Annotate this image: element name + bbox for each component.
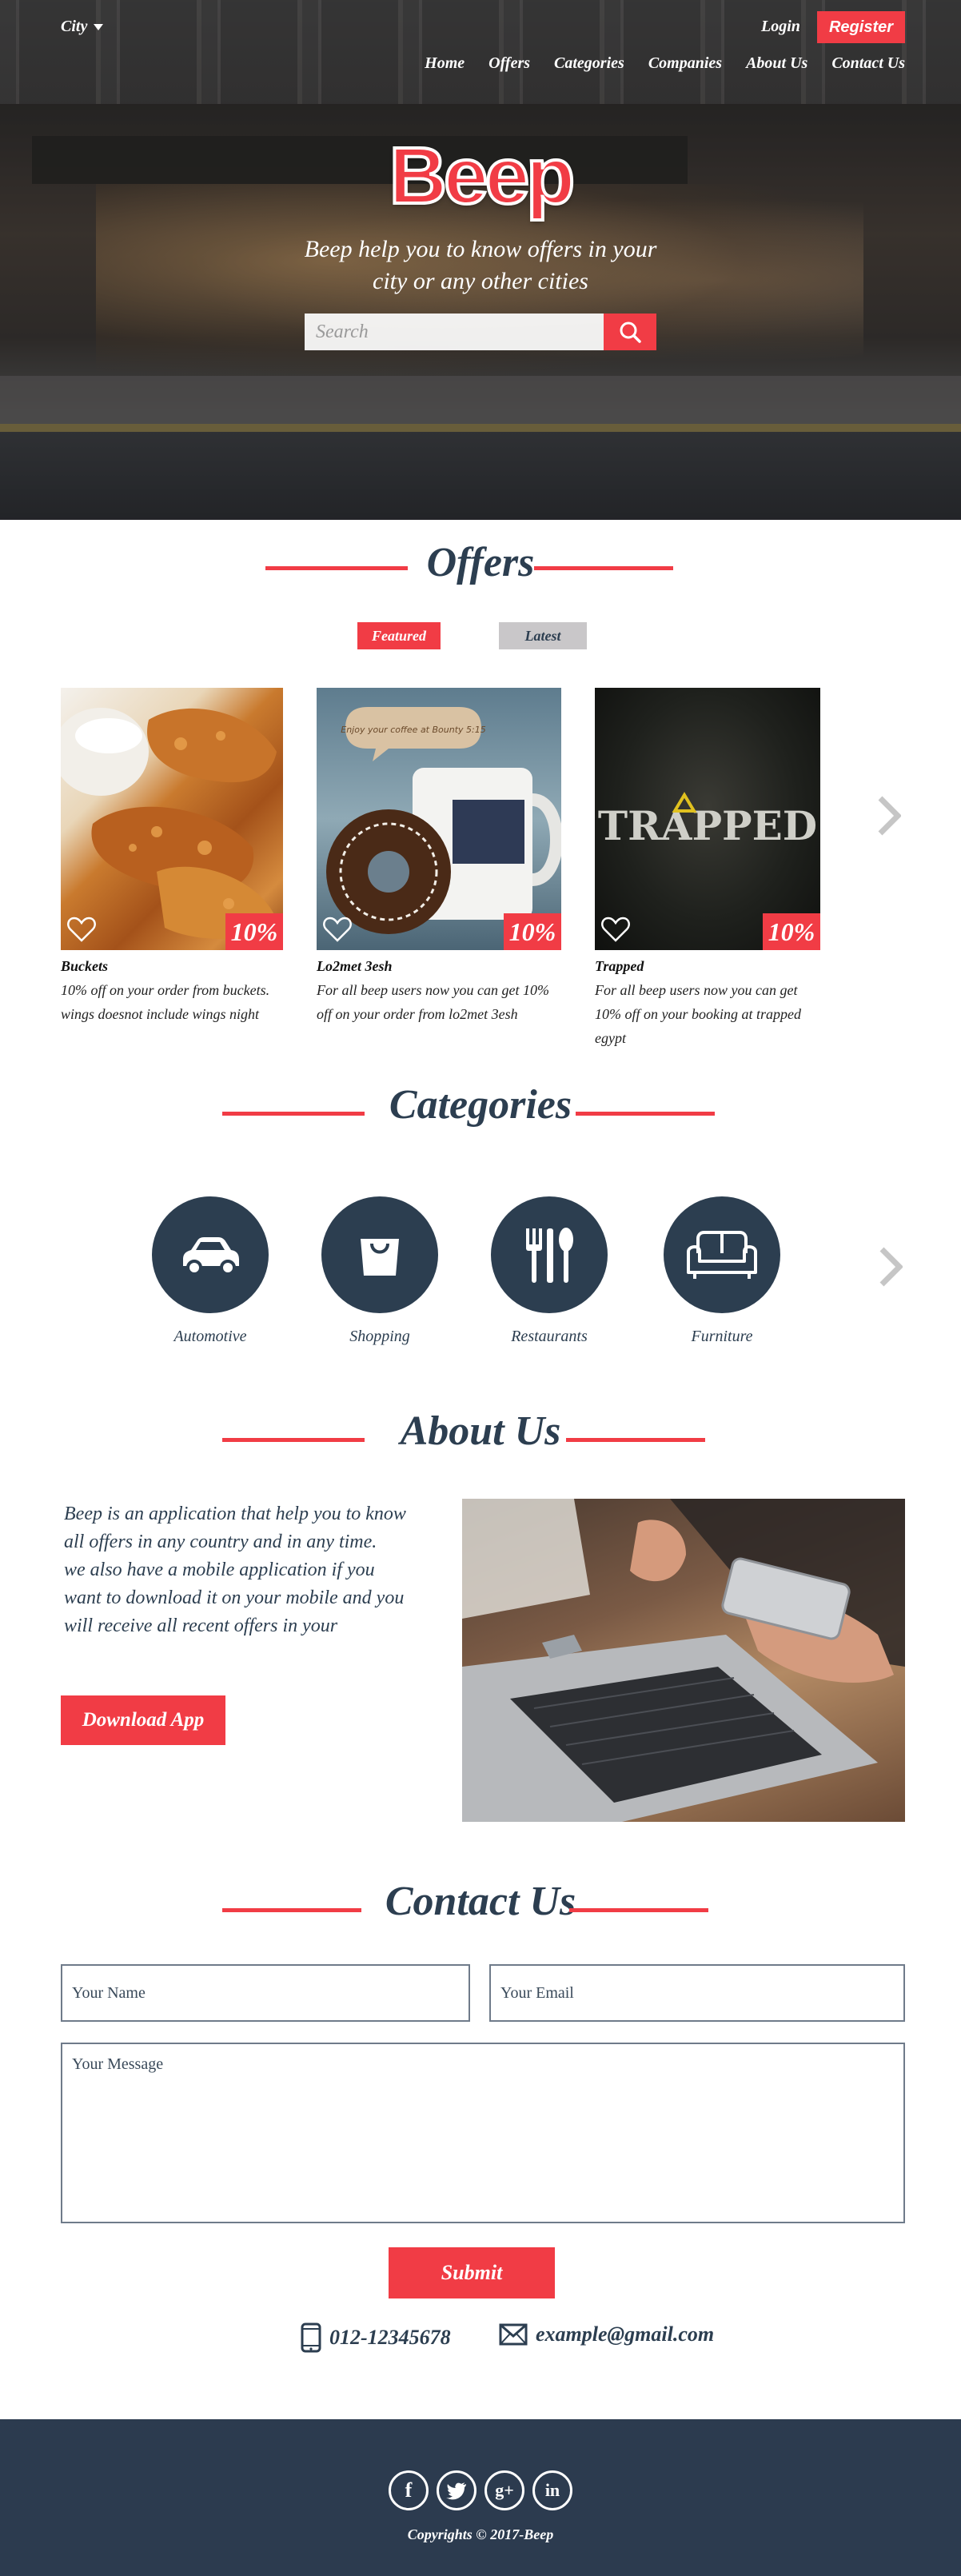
caret-down-icon bbox=[94, 23, 104, 30]
beep-logo: Beep bbox=[388, 131, 577, 221]
category-automotive[interactable]: Automotive bbox=[138, 1196, 282, 1346]
categories-title: Categories bbox=[373, 1081, 588, 1128]
nav-companies[interactable]: Companies bbox=[648, 54, 722, 73]
register-button[interactable]: Register bbox=[817, 11, 905, 43]
offer-image-trapped: TRAPPED 10% bbox=[595, 688, 820, 950]
download-app-button[interactable]: Download App bbox=[61, 1695, 225, 1745]
phone-number: 012-12345678 bbox=[329, 2326, 451, 2349]
shopping-bag-icon bbox=[361, 1239, 399, 1276]
categories-next-arrow[interactable] bbox=[875, 1243, 907, 1291]
category-label: Restaurants bbox=[511, 1328, 588, 1345]
car-icon bbox=[183, 1237, 239, 1276]
search-bar bbox=[0, 314, 961, 350]
offer-title: Lo2met 3esh bbox=[317, 958, 393, 974]
category-furniture[interactable]: Furniture bbox=[650, 1196, 794, 1346]
twitter-icon[interactable] bbox=[437, 2470, 477, 2510]
category-label: Automotive bbox=[173, 1328, 247, 1345]
social-links: f g+ in bbox=[0, 2470, 961, 2510]
trapped-logo-text: TRAPPED bbox=[598, 802, 817, 849]
offer-title: Buckets bbox=[61, 958, 109, 974]
main-nav: Home Offers Categories Companies About U… bbox=[425, 54, 905, 73]
copyright-text: Copyrights © 2017-Beep bbox=[407, 2526, 554, 2542]
category-restaurants[interactable]: Restaurants bbox=[477, 1196, 621, 1346]
hero-content: Beep Beep help you to know offers in you… bbox=[0, 131, 961, 350]
offer-title: Trapped bbox=[595, 958, 644, 974]
food-illustration bbox=[61, 708, 277, 939]
search-input[interactable] bbox=[305, 314, 604, 350]
submit-button[interactable]: Submit bbox=[389, 2247, 555, 2298]
offer-card[interactable]: Enjoy your coffee at Bounty 5:15 10% Lo2… bbox=[317, 688, 561, 1026]
heart-icon[interactable] bbox=[321, 913, 353, 945]
about-title: About Us bbox=[384, 1408, 577, 1455]
about-line-1: Beep is an application that help you to … bbox=[64, 1504, 406, 1552]
offer-image-lo2met-3esh: Enjoy your coffee at Bounty 5:15 10% bbox=[317, 688, 561, 950]
offer-description: 10% off on your order from buckets. wing… bbox=[61, 982, 270, 1022]
name-field[interactable] bbox=[61, 1964, 470, 2022]
offer-card[interactable]: 10% Buckets 10% off on your order from b… bbox=[61, 688, 283, 1026]
linkedin-icon[interactable]: in bbox=[532, 2470, 572, 2510]
contact-title: Contact Us bbox=[369, 1878, 592, 1925]
search-icon bbox=[620, 322, 641, 343]
category-label: Shopping bbox=[349, 1328, 410, 1345]
chevron-right-icon bbox=[879, 1247, 903, 1287]
hero-tagline: Beep help you to know offers in your cit… bbox=[304, 236, 657, 294]
mail-icon bbox=[499, 2323, 528, 2346]
message-field[interactable] bbox=[61, 2043, 905, 2223]
footer: f g+ in Copyrights © 2017-Beep bbox=[0, 2419, 961, 2576]
offer-description: For all beep users now you can get 10% o… bbox=[317, 982, 549, 1022]
google-plus-icon[interactable]: g+ bbox=[484, 2470, 524, 2510]
category-label: Furniture bbox=[691, 1328, 753, 1345]
about-description: Beep is an application that help you to … bbox=[64, 1500, 416, 1640]
heart-icon[interactable] bbox=[66, 913, 98, 945]
search-button[interactable] bbox=[604, 314, 656, 350]
login-link[interactable]: Login bbox=[761, 18, 800, 36]
about-heading: About Us bbox=[0, 1408, 961, 1455]
coffee-illustration: Enjoy your coffee at Bounty 5:15 bbox=[326, 707, 561, 934]
hero-section: City Login Register Home Offers Categori… bbox=[0, 0, 961, 520]
tab-featured[interactable]: Featured bbox=[357, 622, 441, 649]
laptop-phone-illustration bbox=[462, 1499, 905, 1822]
tab-latest[interactable]: Latest bbox=[499, 622, 587, 649]
city-label: City bbox=[61, 18, 88, 35]
email-field[interactable] bbox=[489, 1964, 905, 2022]
about-line-2: we also have a mobile application if you… bbox=[64, 1560, 405, 1636]
email-contact: example@gmail.com bbox=[499, 2322, 714, 2346]
discount-badge: 10% bbox=[763, 913, 820, 950]
offers-heading: Offers bbox=[0, 539, 961, 586]
contact-heading: Contact Us bbox=[0, 1878, 961, 1925]
nav-about-us[interactable]: About Us bbox=[746, 54, 807, 73]
facebook-icon[interactable]: f bbox=[389, 2470, 429, 2510]
trapped-logo: TRAPPED bbox=[598, 792, 817, 849]
offers-next-arrow[interactable] bbox=[873, 792, 905, 840]
heart-icon[interactable] bbox=[600, 913, 632, 945]
discount-badge: 10% bbox=[504, 913, 561, 950]
discount-badge: 10% bbox=[225, 913, 283, 950]
nav-offers[interactable]: Offers bbox=[488, 54, 530, 73]
offer-description: For all beep users now you can get 10% o… bbox=[595, 982, 801, 1046]
categories-heading: Categories bbox=[0, 1081, 961, 1128]
top-bar: City Login Register Home Offers Categori… bbox=[0, 0, 961, 96]
nav-categories[interactable]: Categories bbox=[554, 54, 624, 73]
about-image bbox=[462, 1499, 905, 1822]
offer-card[interactable]: TRAPPED 10% Trapped For all beep users n… bbox=[595, 688, 820, 1050]
sofa-icon bbox=[687, 1231, 757, 1279]
phone-contact: 012-12345678 bbox=[301, 2322, 451, 2353]
offer-image-buckets: 10% bbox=[61, 688, 283, 950]
nav-contact-us[interactable]: Contact Us bbox=[831, 54, 905, 73]
cutlery-icon bbox=[526, 1228, 573, 1283]
phone-icon bbox=[301, 2322, 321, 2353]
city-selector[interactable]: City bbox=[61, 18, 104, 36]
coffee-bubble-text: Enjoy your coffee at Bounty 5:15 bbox=[341, 725, 485, 735]
category-shopping[interactable]: Shopping bbox=[308, 1196, 452, 1346]
offers-title: Offers bbox=[410, 539, 551, 586]
chevron-right-icon bbox=[878, 796, 901, 836]
email-address: example@gmail.com bbox=[536, 2322, 715, 2346]
nav-home[interactable]: Home bbox=[425, 54, 465, 73]
